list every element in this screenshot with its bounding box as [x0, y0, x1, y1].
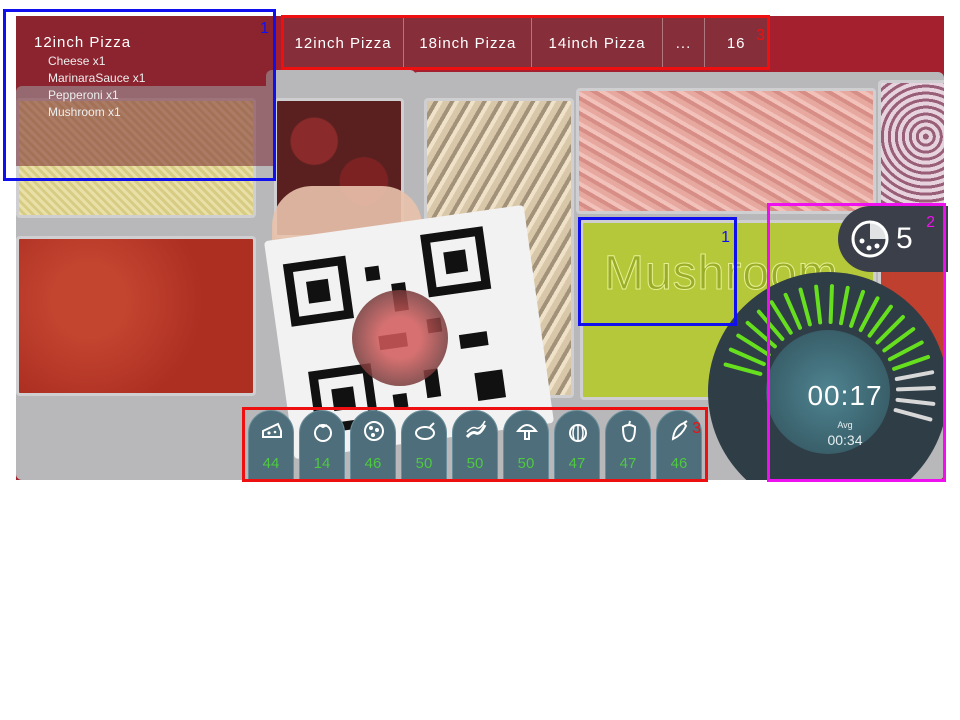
timer-tick [728, 347, 766, 367]
target-marker [352, 290, 448, 386]
annotation-label: 3 [756, 27, 765, 44]
annotation-box: 1 [3, 9, 276, 181]
annotation-label: 3 [692, 420, 701, 437]
annotation-box: 2 [767, 203, 946, 482]
bin-onion [878, 80, 944, 220]
bin-sauce [16, 236, 256, 396]
annotation-label: 2 [926, 214, 935, 231]
timer-tick [723, 362, 763, 376]
annotation-box: 3 [281, 15, 770, 70]
annotation-label: 1 [260, 20, 269, 37]
annotation-box: 1 [578, 217, 737, 326]
bin-ham [576, 88, 876, 214]
annotation-box: 3 [242, 407, 708, 482]
annotation-label: 1 [721, 229, 730, 246]
